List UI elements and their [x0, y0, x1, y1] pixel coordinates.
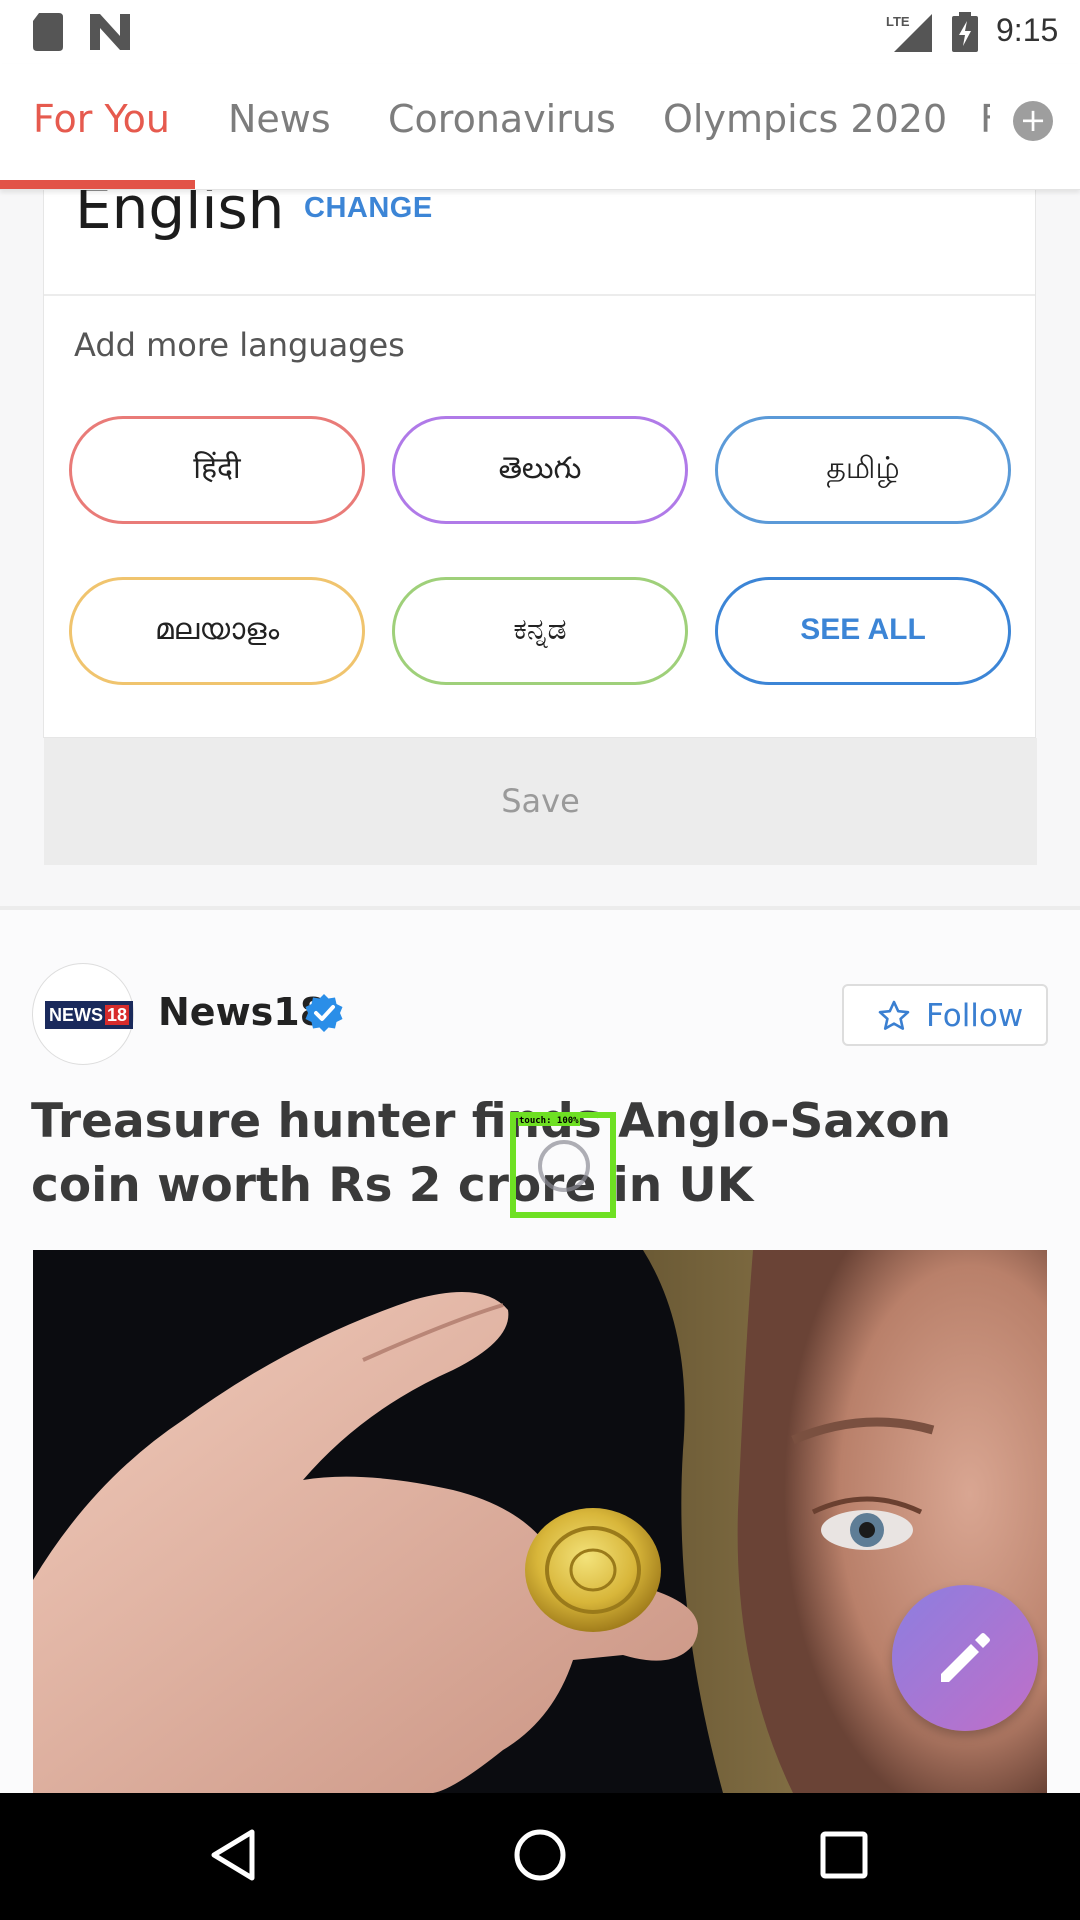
- follow-label: Follow: [926, 998, 1024, 1034]
- post-image[interactable]: [33, 1250, 1047, 1793]
- language-pill-tamil[interactable]: தமிழ்: [715, 416, 1011, 524]
- battery-charging-icon: [952, 12, 978, 52]
- category-tab-bar: For You News Coronavirus Olympics 2020 F…: [0, 64, 1080, 190]
- sd-card-icon: [33, 13, 63, 51]
- follow-button[interactable]: Follow: [842, 984, 1048, 1046]
- touch-indicator-overlay: touch: 100%: [510, 1112, 616, 1218]
- add-tab-button[interactable]: +: [1013, 101, 1053, 141]
- svg-text:LTE: LTE: [886, 14, 910, 29]
- clock: 9:15: [996, 12, 1059, 48]
- star-icon: [878, 1000, 910, 1030]
- language-selection-card: English CHANGE Add more languages हिंदी …: [43, 174, 1037, 865]
- save-button[interactable]: Save: [44, 738, 1037, 865]
- lte-signal-icon: LTE: [886, 14, 932, 52]
- gold-coin-image: [33, 1250, 1047, 1793]
- news18-logo: NEWS 18: [45, 1001, 134, 1029]
- tab-coronavirus[interactable]: Coronavirus: [388, 97, 616, 141]
- tab-for-you[interactable]: For You: [33, 97, 170, 141]
- n-notification-icon: [90, 14, 130, 50]
- logo-number: 18: [105, 1005, 130, 1025]
- verified-badge-icon: [305, 994, 343, 1032]
- home-icon[interactable]: [512, 1827, 568, 1883]
- recents-icon[interactable]: [820, 1831, 868, 1879]
- system-navigation-bar: [0, 1793, 1080, 1920]
- language-pill-telugu[interactable]: తెలుగు: [392, 416, 688, 524]
- tab-olympics-2020[interactable]: Olympics 2020: [663, 97, 947, 141]
- tab-truncated[interactable]: F: [980, 97, 990, 141]
- tab-news[interactable]: News: [228, 97, 331, 141]
- active-tab-indicator: [0, 180, 195, 189]
- pencil-icon: [941, 1633, 990, 1682]
- logo-text: NEWS: [49, 1005, 103, 1025]
- publisher-name[interactable]: News18: [158, 990, 326, 1034]
- card-divider: [44, 294, 1035, 296]
- touch-label: touch: 100%: [518, 1116, 580, 1126]
- language-pill-hindi[interactable]: हिंदी: [69, 416, 365, 524]
- publisher-avatar[interactable]: NEWS 18: [32, 963, 134, 1065]
- change-language-link[interactable]: CHANGE: [304, 192, 433, 225]
- back-icon[interactable]: [210, 1829, 256, 1881]
- compose-fab-button[interactable]: [892, 1585, 1038, 1731]
- touch-point-icon: [538, 1140, 590, 1192]
- language-pill-kannada[interactable]: ಕನ್ನಡ: [392, 577, 688, 685]
- status-bar: LTE 9:15: [0, 0, 1080, 64]
- see-all-languages-button[interactable]: SEE ALL: [715, 577, 1011, 685]
- language-pill-malayalam[interactable]: മലയാളം: [69, 577, 365, 685]
- add-more-languages-label: Add more languages: [74, 326, 405, 364]
